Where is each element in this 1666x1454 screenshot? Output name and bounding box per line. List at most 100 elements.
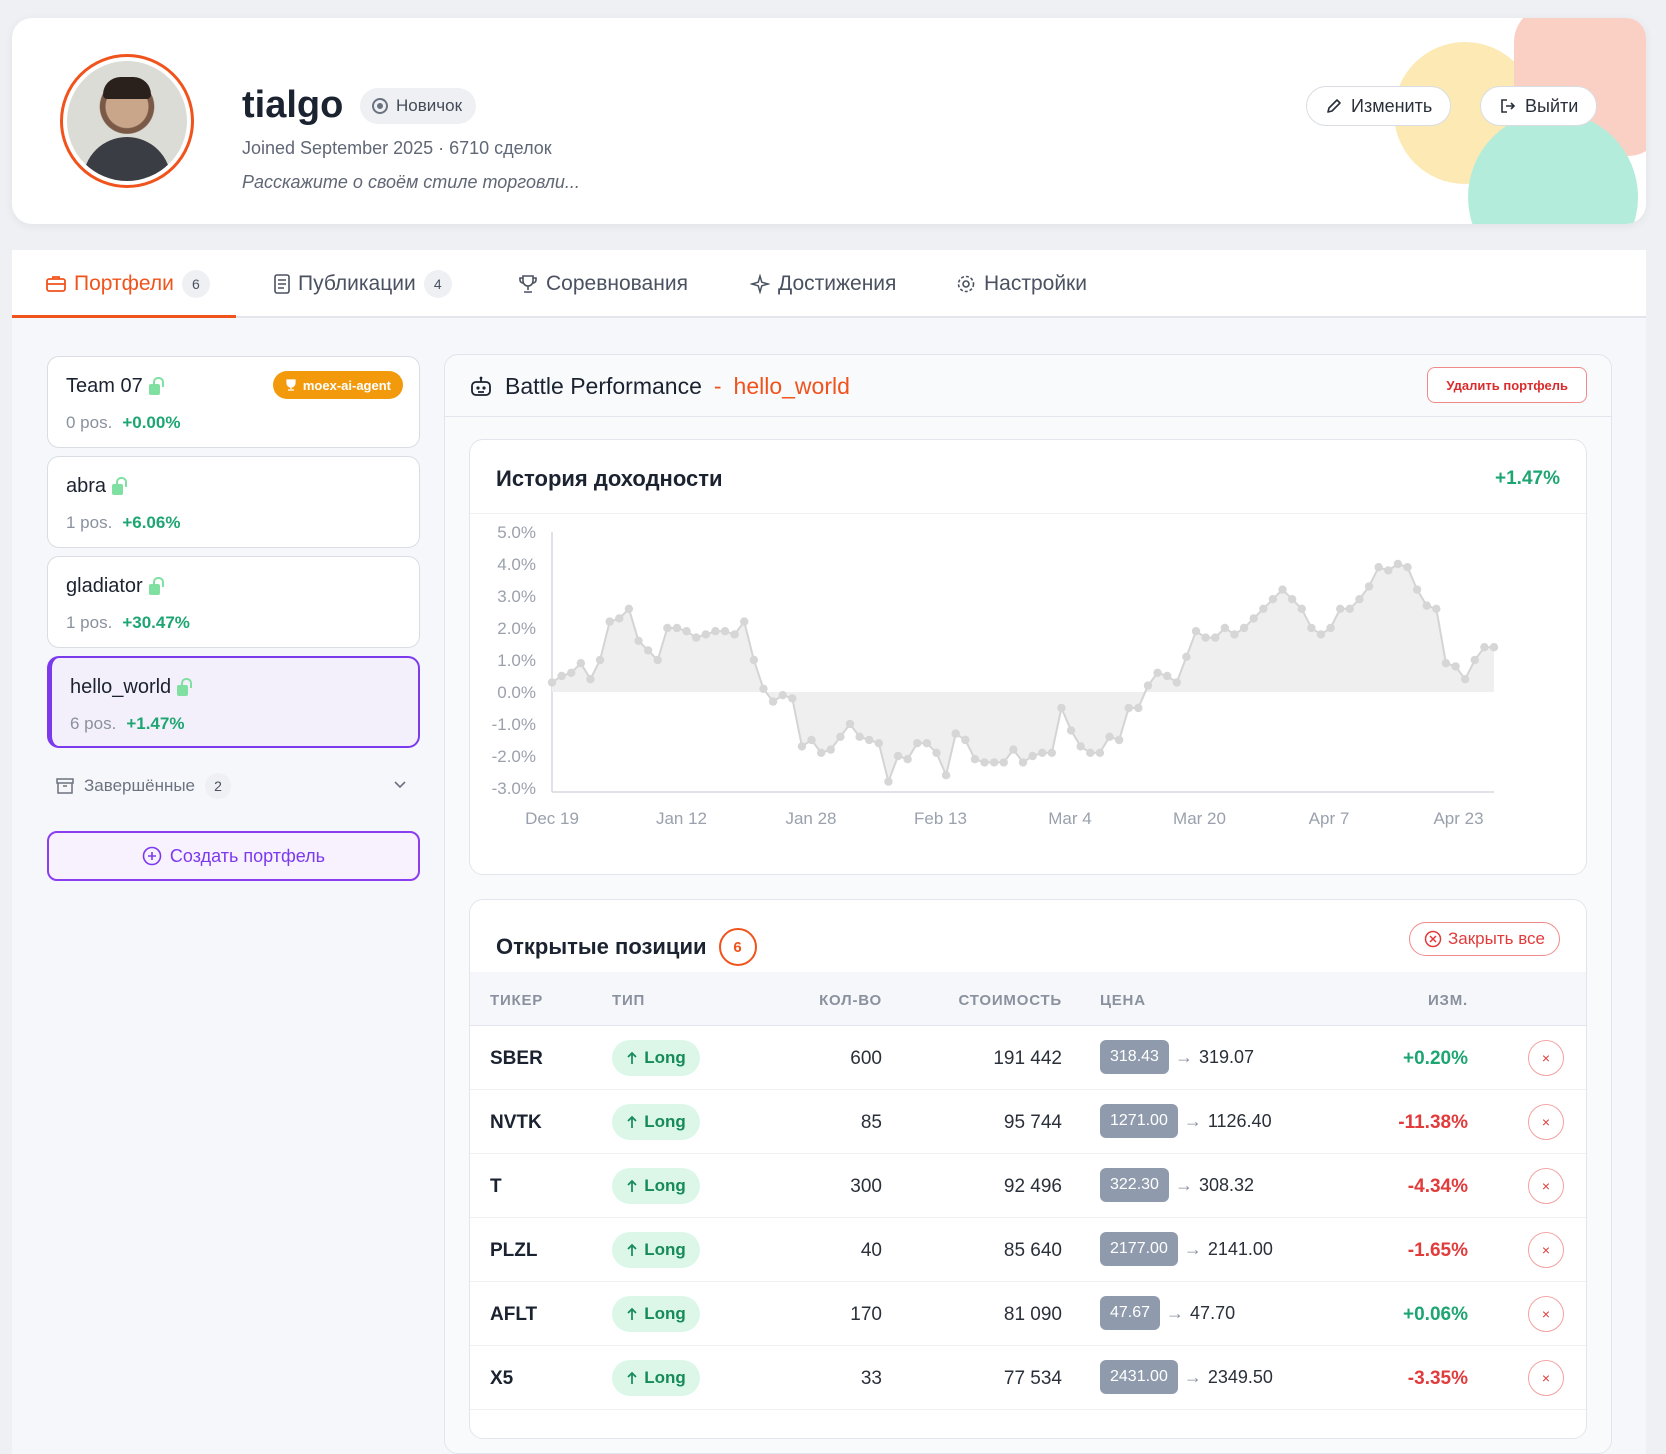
close-position-button[interactable]: × — [1528, 1296, 1564, 1332]
trophy-icon — [519, 275, 537, 293]
unlock-icon — [148, 577, 164, 595]
logout-button[interactable]: Выйти — [1480, 86, 1598, 126]
tab-publications[interactable]: Публикации 4 — [274, 250, 452, 318]
portfolio-name-text: hello_world — [70, 676, 172, 698]
data-point — [720, 627, 730, 636]
agent-badge: moex-ai-agent — [272, 371, 403, 399]
price-cell: 318.43 → 319.07 — [1100, 1040, 1254, 1074]
type-label: Long — [644, 1304, 686, 1323]
data-point — [1038, 748, 1047, 757]
arrow-up-icon — [627, 1371, 637, 1384]
col-change[interactable]: ИЗМ. — [1428, 992, 1468, 1009]
current-price: 2349.50 — [1207, 1366, 1273, 1387]
data-point — [884, 777, 893, 786]
data-point — [557, 671, 566, 681]
data-point — [1191, 627, 1201, 636]
change-cell: -11.38% — [1398, 1112, 1468, 1133]
joined-info: Joined September 2025 · 6710 сделок — [242, 138, 552, 158]
ticker-cell: X5 — [490, 1368, 514, 1389]
close-icon: × — [1541, 1114, 1551, 1130]
data-point — [1124, 703, 1133, 713]
portfolio-stats: 6 pos. +1.47% — [70, 714, 184, 734]
portfolio-name: hello_world — [70, 676, 193, 699]
y-tick-label: 2.0% — [497, 619, 536, 638]
col-price[interactable]: ЦЕНА — [1100, 992, 1146, 1009]
positions-count: 6 — [718, 928, 757, 966]
data-point — [1134, 703, 1143, 713]
data-point — [1211, 633, 1220, 642]
data-point — [1220, 623, 1230, 633]
close-position-button[interactable]: × — [1528, 1360, 1564, 1396]
unlock-icon — [148, 377, 164, 395]
create-portfolio-button[interactable]: Создать портфель — [47, 831, 420, 881]
y-tick-label: 0.0% — [497, 683, 536, 702]
close-position-button[interactable]: × — [1528, 1168, 1564, 1204]
unlock-icon — [177, 678, 193, 696]
data-point — [816, 748, 826, 757]
tab-achievements[interactable]: Достижения — [750, 250, 896, 318]
arrow-right-icon: → — [1174, 1046, 1193, 1067]
table-row[interactable]: PLZL Long 40 85 640 2177.00 → 2141.00 -1.65% × — [470, 1218, 1586, 1282]
tab-competitions[interactable]: Соревнования — [518, 250, 688, 318]
data-point — [1143, 681, 1153, 690]
panel-title-text: Battle Performance — [505, 373, 702, 399]
edit-profile-button[interactable]: Изменить — [1306, 86, 1452, 126]
data-point — [797, 742, 807, 751]
type-label: Long — [644, 1368, 686, 1387]
entry-price: 2177.00 — [1100, 1232, 1178, 1266]
table-row[interactable]: X5 Long 33 77 534 2431.00 → 2349.50 -3.35% × — [470, 1346, 1586, 1410]
data-point — [1451, 662, 1460, 671]
rank-label: Новичок — [396, 96, 463, 115]
arrow-up-icon — [627, 1307, 637, 1320]
data-point — [989, 758, 999, 767]
col-value[interactable]: СТОИМОСТЬ — [920, 992, 1062, 1009]
col-type[interactable]: ТИП — [612, 992, 645, 1009]
completed-portfolios-toggle[interactable]: Завершённые 2 — [56, 770, 416, 802]
edit-label: Изменить — [1351, 95, 1433, 116]
portfolio-name: abra — [66, 475, 128, 498]
entry-price: 1271.00 — [1100, 1104, 1178, 1138]
table-row[interactable]: NVTK Long 85 95 744 1271.00 → 1126.40 -11.38% × — [470, 1090, 1586, 1154]
create-portfolio-label: Создать портфель — [169, 845, 326, 866]
table-row[interactable]: AFLT Long 170 81 090 47.67 → 47.70 +0.06% × — [470, 1282, 1586, 1346]
avatar-photo — [67, 61, 187, 181]
data-point — [1047, 748, 1057, 757]
qty-cell: 300 — [850, 1176, 882, 1197]
close-position-button[interactable]: × — [1528, 1232, 1564, 1268]
qty-cell: 40 — [860, 1240, 882, 1261]
close-position-button[interactable]: × — [1528, 1104, 1564, 1140]
value-cell: 85 640 — [1003, 1240, 1062, 1261]
data-point — [1374, 563, 1383, 572]
tab-portfolios[interactable]: Портфели 6 — [46, 250, 210, 318]
change-cell: +0.20% — [1403, 1048, 1468, 1069]
delete-portfolio-button[interactable]: Удалить портфель — [1427, 367, 1587, 403]
y-tick-label: 4.0% — [497, 555, 536, 574]
close-position-button[interactable]: × — [1528, 1040, 1564, 1076]
portfolio-card-team07[interactable]: Team 07 moex-ai-agent 0 pos. +0.00% — [47, 356, 420, 448]
close-all-button[interactable]: Закрыть все — [1409, 922, 1560, 956]
returns-chart[interactable]: 5.0% 4.0% 3.0% 2.0% 1.0% 0.0% -1.0% -2.0% -3.0% D… — [470, 514, 1588, 874]
portfolio-positions: 1 pos. — [66, 613, 113, 632]
arrow-right-icon: → — [1183, 1238, 1202, 1259]
data-point — [1470, 655, 1479, 665]
change-cell: -1.65% — [1407, 1240, 1468, 1261]
close-icon: × — [1541, 1242, 1551, 1258]
portfolio-card-abra[interactable]: abra 1 pos. +6.06% — [47, 456, 420, 548]
portfolio-card-hello-world[interactable]: hello_world 6 pos. +1.47% — [47, 656, 420, 748]
data-point — [701, 630, 710, 639]
tab-settings[interactable]: Настройки — [956, 250, 1087, 318]
portfolio-positions: 6 pos. — [70, 714, 117, 733]
x-tick-label: Mar 20 — [1173, 809, 1226, 828]
completed-count: 2 — [205, 773, 232, 799]
data-point — [855, 732, 864, 741]
portfolio-card-gladiator[interactable]: gladiator 1 pos. +30.47% — [47, 556, 420, 648]
type-label: Long — [644, 1240, 686, 1259]
data-point — [932, 748, 941, 757]
col-ticker[interactable]: ТИКЕР — [490, 992, 543, 1009]
type-label: Long — [644, 1048, 686, 1067]
table-row[interactable]: T Long 300 92 496 322.30 → 308.32 -4.34% × — [470, 1154, 1586, 1218]
bio-text[interactable]: Расскажите о своём стиле торговли... — [242, 172, 580, 193]
col-qty[interactable]: КОЛ-ВО — [790, 992, 882, 1009]
table-row[interactable]: SBER Long 600 191 442 318.43 → 319.07 +0.20% × — [470, 1026, 1586, 1090]
avatar[interactable] — [60, 54, 194, 188]
